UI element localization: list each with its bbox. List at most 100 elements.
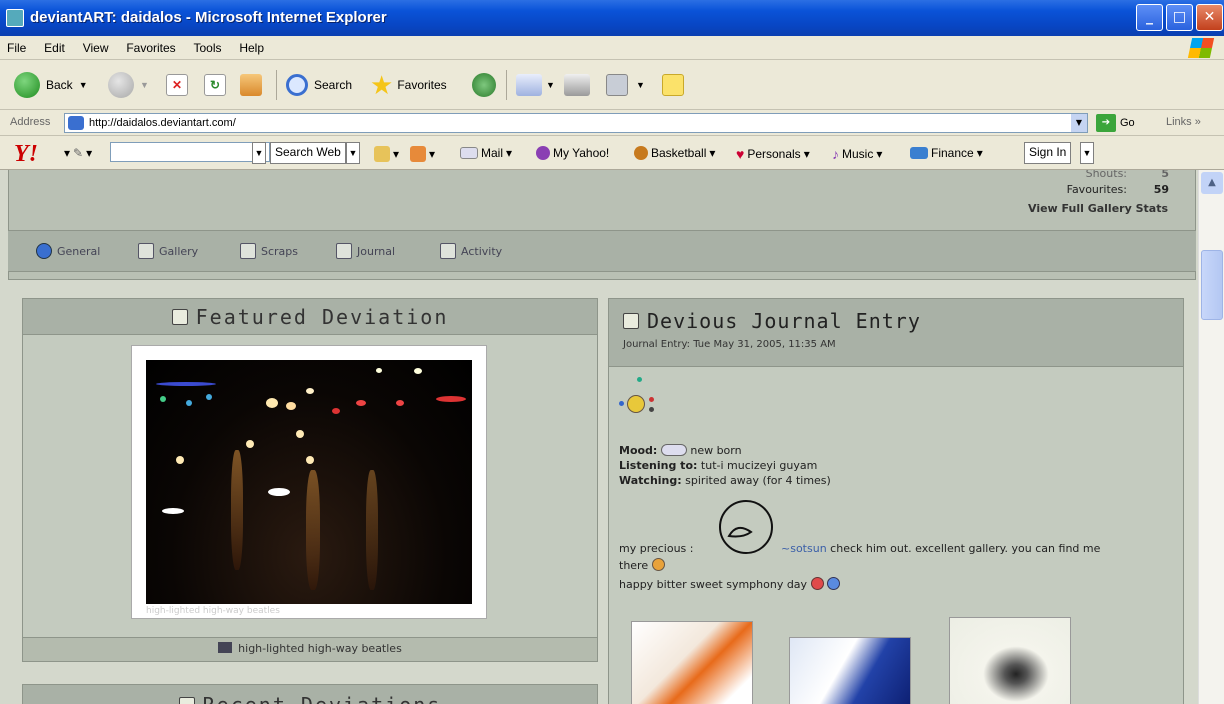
photo-light bbox=[376, 368, 382, 373]
menu-edit[interactable]: Edit bbox=[37, 36, 72, 60]
menu-tools[interactable]: Tools bbox=[187, 36, 229, 60]
nav-scraps[interactable]: Scraps bbox=[240, 243, 298, 259]
nav-general[interactable]: General bbox=[36, 243, 100, 259]
personals-link[interactable]: ♥ Personals ▾ bbox=[736, 146, 810, 162]
mail-dropdown-icon[interactable]: ▼ bbox=[546, 80, 555, 90]
featured-thumbnail[interactable]: high-lighted high-way beatles bbox=[131, 345, 487, 619]
yahoo-logo[interactable]: Y! bbox=[14, 141, 38, 168]
links-button[interactable]: Links » bbox=[1166, 116, 1201, 128]
nav-activity[interactable]: Activity bbox=[440, 243, 502, 259]
maximize-button[interactable]: □ bbox=[1166, 4, 1193, 31]
photo-light bbox=[160, 396, 166, 402]
menu-file[interactable]: File bbox=[0, 36, 33, 60]
photo-light bbox=[396, 400, 404, 406]
music-link[interactable]: ♪ Music ▾ bbox=[832, 146, 882, 162]
finance-chart-icon bbox=[910, 147, 928, 159]
decoration-dot bbox=[637, 377, 642, 382]
back-button[interactable]: Back ▼ bbox=[14, 70, 88, 100]
refresh-button[interactable]: ↻ bbox=[204, 70, 226, 100]
nav-gallery[interactable]: Gallery bbox=[138, 243, 198, 259]
address-input[interactable]: http://daidalos.deviantart.com/ ▼ bbox=[64, 113, 1088, 133]
history-icon bbox=[472, 73, 496, 97]
toolbar-separator bbox=[276, 70, 277, 100]
menu-help[interactable]: Help bbox=[232, 36, 271, 60]
photo-light bbox=[332, 408, 340, 414]
smiley-icon bbox=[627, 395, 645, 413]
minimize-button[interactable]: _ bbox=[1136, 4, 1163, 31]
photo-light bbox=[176, 456, 184, 464]
forward-dropdown-icon[interactable]: ▼ bbox=[140, 80, 149, 90]
yahoo-menu-dropdown-icon[interactable]: ▾ ✎ ▾ bbox=[64, 146, 92, 160]
forward-button[interactable]: ▼ bbox=[108, 70, 149, 100]
photo-light bbox=[266, 398, 278, 408]
journal-icon bbox=[336, 243, 352, 259]
close-button[interactable]: ✕ bbox=[1196, 4, 1223, 31]
photo-light bbox=[306, 456, 314, 464]
stats-row-favourites: Favourites: 59 bbox=[1067, 182, 1169, 198]
favorites-button[interactable]: ★ Favorites bbox=[370, 70, 447, 100]
back-dropdown-icon[interactable]: ▼ bbox=[79, 80, 88, 90]
decoration-dot bbox=[649, 407, 654, 412]
note-icon bbox=[662, 74, 684, 96]
journal-title-text: Devious Journal Entry bbox=[647, 309, 921, 333]
journal-thumbnail-2[interactable] bbox=[789, 637, 911, 704]
yahoo-search-input[interactable] bbox=[110, 142, 270, 162]
scrollbar-thumb[interactable] bbox=[1201, 250, 1223, 320]
my-yahoo-link[interactable]: My Yahoo! bbox=[536, 146, 609, 160]
basketball-label: Basketball bbox=[651, 146, 707, 160]
nav-activity-label: Activity bbox=[461, 244, 503, 258]
history-button[interactable] bbox=[472, 70, 496, 100]
featured-caption-link[interactable]: high-lighted high-way beatles bbox=[238, 642, 402, 655]
address-url: http://daidalos.deviantart.com/ bbox=[89, 117, 236, 129]
sotsun-link[interactable]: ~sotsun bbox=[781, 542, 827, 555]
ie-icon bbox=[6, 9, 24, 27]
edit-button[interactable]: ▼ bbox=[606, 70, 645, 100]
view-full-gallery-stats-link[interactable]: View Full Gallery Stats bbox=[1028, 202, 1168, 215]
photo-light bbox=[286, 402, 296, 410]
home-button[interactable] bbox=[240, 70, 262, 100]
photo-light bbox=[156, 382, 216, 386]
edit-dropdown-icon[interactable]: ▼ bbox=[636, 80, 645, 90]
toolbar-separator bbox=[506, 70, 507, 100]
yahoo-highlight-button[interactable]: ▾ bbox=[374, 146, 399, 162]
search-web-dropdown-icon[interactable]: ▼ bbox=[346, 142, 360, 164]
menu-view[interactable]: View bbox=[76, 36, 116, 60]
stop-button[interactable]: ✕ bbox=[166, 70, 188, 100]
messenger-button[interactable] bbox=[662, 70, 684, 100]
mail-icon bbox=[516, 74, 542, 96]
smiley-icon bbox=[651, 558, 665, 571]
nav-journal-label: Journal bbox=[357, 244, 396, 258]
basketball-link[interactable]: Basketball ▾ bbox=[634, 146, 715, 160]
menu-favorites[interactable]: Favorites bbox=[119, 36, 182, 60]
frame-icon bbox=[178, 697, 195, 704]
search-button[interactable]: Search bbox=[286, 70, 352, 100]
yahoo-search-dropdown-icon[interactable]: ▼ bbox=[252, 142, 266, 164]
listening-line: Listening to: tut-i mucizeyi guyam bbox=[619, 458, 1173, 473]
address-dropdown-icon[interactable]: ▼ bbox=[1071, 114, 1087, 132]
gallery-stats: Shouts: 5 Favourites: 59 bbox=[1067, 170, 1169, 198]
page-content: Shouts: 5 Favourites: 59 View Full Galle… bbox=[0, 170, 1198, 704]
journal-thumbnail-3[interactable] bbox=[949, 617, 1071, 704]
print-button[interactable] bbox=[564, 70, 590, 100]
photo-overlay-caption: high-lighted high-way beatles bbox=[146, 606, 280, 616]
nav-journal[interactable]: Journal bbox=[336, 243, 395, 259]
journal-body: Mood: new born Listening to: tut-i muciz… bbox=[619, 377, 1173, 592]
back-label: Back bbox=[46, 78, 73, 92]
search-web-button[interactable]: Search Web bbox=[270, 142, 346, 164]
smiley-cluster bbox=[619, 377, 1173, 431]
yahoo-popup-button[interactable]: ▾ bbox=[410, 146, 435, 162]
yahoo-mail-link[interactable]: Mail ▾ bbox=[460, 146, 512, 160]
go-button[interactable]: ➔ Go bbox=[1096, 114, 1135, 132]
photo-light bbox=[306, 388, 314, 394]
journal-title: Devious Journal Entry bbox=[623, 309, 921, 333]
journal-thumbnail-1[interactable] bbox=[631, 621, 753, 704]
mail-button[interactable]: ▼ bbox=[516, 70, 555, 100]
vertical-scrollbar[interactable]: ▲ bbox=[1198, 170, 1224, 704]
scroll-up-arrow-icon[interactable]: ▲ bbox=[1201, 172, 1223, 194]
sign-in-dropdown-icon[interactable]: ▼ bbox=[1080, 142, 1094, 164]
sign-in-button[interactable]: Sign In bbox=[1024, 142, 1072, 164]
finance-link[interactable]: Finance ▾ bbox=[910, 146, 983, 160]
go-label: Go bbox=[1120, 117, 1135, 129]
sotsun-avatar-icon[interactable] bbox=[715, 498, 777, 556]
yahoo-toolbar: Y! ▾ ✎ ▾ ▼ Search Web ▼ ▾ ▾ Mail ▾ My Yah… bbox=[0, 136, 1224, 170]
